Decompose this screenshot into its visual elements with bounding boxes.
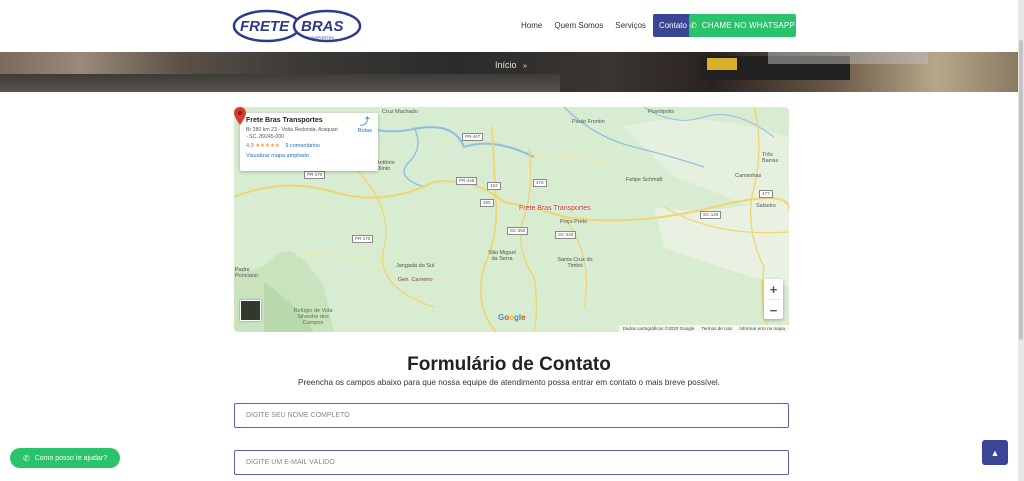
map-label: Jangada do Sul [396,263,435,269]
map-label: Refúgio de Vida Silvestre dos Campos [293,308,333,326]
map-label: Salseiro [756,203,776,209]
satellite-toggle[interactable] [240,300,261,321]
breadcrumb-home[interactable]: Início [495,60,517,70]
road-shield: PR-170 [352,235,374,243]
nav-contato[interactable]: Contato [652,14,693,37]
main-nav: Home Quem Somos Serviços Contato [516,14,695,37]
map-label: Poço Preto [560,219,588,225]
zoom-controls: + − [764,279,783,319]
rating-stars-icon: ★★★★★ [255,143,280,149]
banner-road [0,74,560,92]
map-terms-link[interactable]: Termos de Uso [701,326,732,331]
reviews-link[interactable]: 9 comentários [285,143,320,149]
place-name: Frete Bras Transportes [246,117,323,124]
map-label: Paulo Frontin [572,119,605,125]
site-header: FRETE BRAS TRANSPORTES Home Quem Somos S… [0,0,1018,52]
road-shield: SC-340 [555,231,577,239]
form-title: Formulário de Contato [407,354,611,375]
phone-icon: ✆ [690,21,697,30]
map-data-credit: Dados cartográficos ©2020 Google [622,326,695,331]
directions-icon: ⤴ [359,117,370,128]
map-label: São Miguel da Serra [488,250,516,262]
page-banner: Início » [0,52,1018,92]
google-logo: Google [498,313,526,322]
banner-truck-trailer [768,52,928,64]
rating-value: 4,9 [246,143,254,149]
map-label: Santa Cruz do Timbó [557,257,593,269]
map-label: Antônio Olinto [376,160,395,172]
nav-home[interactable]: Home [516,15,547,36]
banner-truck-plate [707,58,737,70]
breadcrumb-separator: » [523,63,527,70]
whatsapp-button-label: CHAME NO WHATSAPP [701,21,795,30]
svg-text:TRANSPORTES: TRANSPORTES [304,35,334,40]
email-input[interactable] [234,450,789,475]
road-shield: 153 [487,182,501,190]
page: FRETE BRAS TRANSPORTES Home Quem Somos S… [0,0,1018,481]
arrow-up-icon: ▲ [990,447,1000,458]
whatsapp-icon: ✆ [22,453,30,463]
nav-servicos[interactable]: Serviços [610,15,651,36]
marker-label[interactable]: Frete Bras Transportes [519,205,591,212]
svg-text:BRAS: BRAS [301,18,344,35]
whatsapp-button[interactable]: ✆ CHAME NO WHATSAPP [689,14,796,37]
view-larger-map-link[interactable]: Visualizar mapa ampliado [246,153,372,159]
map-label: Canoinhas [735,173,762,179]
map-place-card: Frete Bras Transportes Br 280 km 23 - Vo… [240,113,378,171]
road-shield: PR-170 [304,171,326,179]
map-label: Três Barras [762,152,779,164]
zoom-in-button[interactable]: + [764,279,783,299]
map-marker-icon[interactable] [234,107,246,125]
map-report-link[interactable]: Informar erro no mapa [739,326,785,331]
road-shield: SC-120 [700,211,722,219]
road-shield: PR-447 [462,133,484,141]
map-label: Cruz Machado [382,109,418,115]
directions-button[interactable]: ⤴ Rotas [357,117,372,135]
breadcrumb: Início » [495,60,527,70]
scroll-top-button[interactable]: ▲ [982,440,1008,465]
svg-text:FRETE: FRETE [240,18,290,35]
map-label: Padre Ponciano [235,267,258,279]
place-rating: 4,9 ★★★★★ 9 comentários [246,143,372,149]
nav-quem-somos[interactable]: Quem Somos [549,15,608,36]
road-shield: 280 [480,199,494,207]
map-label: Gen. Carneiro [398,277,433,283]
name-input[interactable] [234,403,789,428]
place-address: Br 280 km 23 - Volta Redonda, Araquari -… [246,127,338,140]
map-footer: Dados cartográficos ©2020 Google Termos … [618,325,789,332]
road-shield: 477 [759,190,773,198]
map-label: Fluviópolis [648,109,674,115]
scrollbar[interactable] [1018,0,1024,481]
whatsapp-chat-button[interactable]: ✆ Como posso te ajudar? [10,448,120,468]
frete-bras-logo[interactable]: FRETE BRAS TRANSPORTES [232,8,362,44]
map-label: Felipe Schmidt [626,177,663,183]
road-shield: PR-446 [456,177,478,185]
chat-button-label: Como posso te ajudar? [34,454,108,462]
google-map[interactable]: Cruz Machado Paulo Frontin Fluviópolis T… [234,107,789,332]
form-subtitle: Preencha os campos abaixo para que nossa… [298,378,720,387]
zoom-out-button[interactable]: − [764,300,783,320]
directions-label: Rotas [357,128,372,134]
scrollbar-thumb[interactable] [1019,40,1023,340]
road-shield: SC-350 [507,227,529,235]
road-shield: 476 [533,179,547,187]
